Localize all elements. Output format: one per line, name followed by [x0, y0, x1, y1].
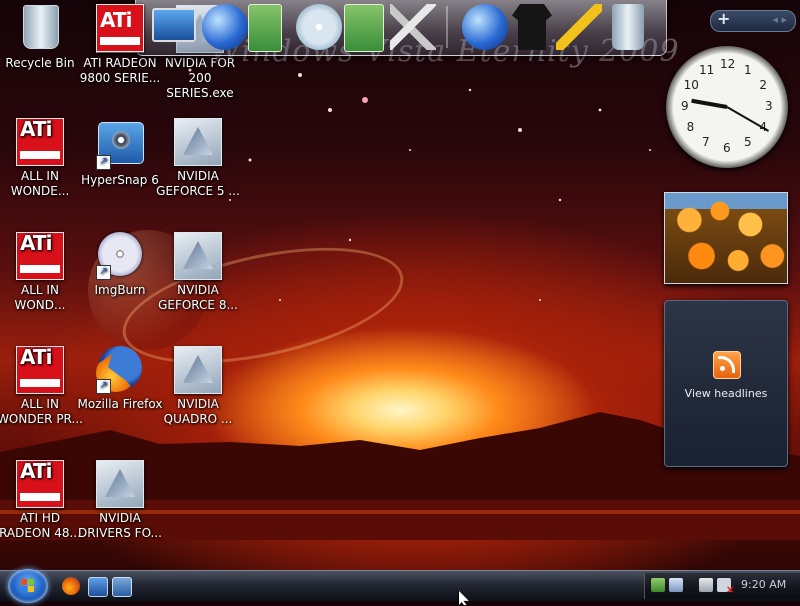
clock-number: 7: [702, 135, 710, 150]
desktop-icon-label: Mozilla Firefox: [77, 397, 163, 411]
shirt-icon[interactable]: [512, 4, 552, 50]
desktop-icon-hypersnap[interactable]: ↗ HyperSnap 6: [76, 118, 164, 188]
clock-minute-hand: [726, 106, 770, 132]
firefox-quicklaunch-icon[interactable]: [62, 577, 80, 595]
dock-separator: [446, 6, 448, 48]
desktop-icon-label: NVIDIA QUADRO ...: [163, 397, 233, 426]
tray-network-icon[interactable]: [669, 578, 683, 592]
recycle-bin-icon: [16, 5, 64, 53]
system-tray: 9:20 AM: [644, 573, 800, 599]
ati-icon: [16, 118, 64, 166]
start-button[interactable]: [8, 569, 48, 603]
nvidia-icon: [174, 118, 222, 166]
clock-gadget[interactable]: 121234567891011: [666, 46, 788, 168]
clock-number: 5: [744, 135, 752, 150]
clock-number: 9: [681, 99, 689, 113]
desktop-icon-label: ALL IN WONDE...: [10, 169, 70, 198]
view-headlines-link[interactable]: View headlines: [665, 387, 787, 400]
desktop-icon-label: ATI RADEON 9800 SERIE...: [79, 56, 161, 85]
slideshow-gadget[interactable]: [664, 192, 788, 284]
clock-number: 1: [744, 62, 752, 77]
clock-hour-hand: [691, 98, 728, 109]
desktop-icon-label: NVIDIA GEFORCE 8...: [158, 283, 238, 312]
tray-monitor-icon[interactable]: [699, 578, 713, 592]
clock-number: 3: [765, 99, 773, 113]
sidebar-nav-arrows[interactable]: ◂ ▸: [772, 13, 787, 26]
ati-icon: [16, 460, 64, 508]
clock-number: 12: [720, 57, 736, 71]
clock-number: 10: [683, 78, 699, 92]
taskbar-clock[interactable]: 9:20 AM: [741, 578, 786, 591]
desktop-icon-recycle-bin[interactable]: Recycle Bin: [0, 5, 84, 71]
clock-number: 8: [686, 120, 695, 134]
folder-icon[interactable]: [248, 4, 282, 52]
wrench-icon[interactable]: [556, 4, 602, 50]
desktop-icon-label: ATI HD RADEON 48...: [0, 511, 81, 540]
camera-icon: ↗: [96, 122, 144, 170]
folder-green-icon[interactable]: [344, 4, 384, 52]
tools-icon[interactable]: [390, 4, 436, 50]
shortcut-arrow-icon: ↗: [96, 265, 111, 280]
desktop-icon-nvidia-geforce-5[interactable]: NVIDIA GEFORCE 5 ...: [154, 118, 242, 199]
ati-icon[interactable]: [96, 4, 144, 52]
desktop-icon-label: ALL IN WOND...: [14, 283, 66, 312]
nvidia-icon: [174, 232, 222, 280]
desktop-icon-label: NVIDIA FOR 200 SERIES.exe: [164, 56, 236, 100]
desktop-icon-firefox[interactable]: ↗ Mozilla Firefox: [76, 346, 164, 412]
sidebar-controls: + ◂ ▸: [710, 9, 796, 32]
taskbar: 9:20 AM: [0, 569, 800, 603]
top-dock: [96, 0, 667, 56]
desktop-icon-ati-hd-radeon[interactable]: ATI HD RADEON 48...: [0, 460, 84, 541]
add-gadget-button[interactable]: +: [717, 9, 730, 28]
desktop-icon-all-in-wonder-2[interactable]: ALL IN WOND...: [0, 232, 84, 313]
clock-number: 6: [723, 141, 731, 155]
globe-icon[interactable]: [462, 4, 508, 50]
desktop-icon-label: ImgBurn: [94, 283, 146, 297]
clock-number: 11: [699, 62, 715, 77]
desktop-icon-label: HyperSnap 6: [81, 173, 159, 187]
desktop-icon-nvidia-drivers[interactable]: NVIDIA DRIVERS FO...: [76, 460, 164, 541]
switch-windows-icon[interactable]: [112, 577, 132, 597]
network-globe-icon[interactable]: [202, 4, 248, 50]
recycle-bin-icon[interactable]: [612, 4, 644, 50]
desktop-icon-label: ALL IN WONDER PR...: [0, 397, 83, 426]
show-desktop-icon[interactable]: [88, 577, 108, 597]
nvidia-icon: [96, 460, 144, 508]
desktop-icon-label: NVIDIA DRIVERS FO...: [78, 511, 162, 540]
monitor-icon[interactable]: [152, 8, 196, 42]
desktop-icon-label: NVIDIA GEFORCE 5 ...: [156, 169, 240, 198]
volume-muted-icon[interactable]: [717, 578, 735, 596]
cd-drive-icon[interactable]: [296, 4, 342, 50]
clock-number: 2: [759, 78, 767, 92]
nvidia-icon: [174, 346, 222, 394]
shortcut-arrow-icon: ↗: [96, 379, 111, 394]
shortcut-arrow-icon: ↗: [96, 155, 111, 170]
ati-icon: [16, 346, 64, 394]
rss-icon: [713, 351, 741, 379]
desktop-icon-all-in-wonder-1[interactable]: ALL IN WONDE...: [0, 118, 84, 199]
firefox-icon: ↗: [96, 346, 144, 394]
desktop-icon-imgburn[interactable]: ↗ ImgBurn: [76, 232, 164, 298]
feed-headlines-gadget[interactable]: View headlines: [664, 300, 788, 467]
disc-icon: ↗: [96, 232, 144, 280]
desktop-icon-nvidia-quadro[interactable]: NVIDIA QUADRO ...: [154, 346, 242, 427]
tray-app-icon[interactable]: [651, 578, 665, 592]
ati-icon: [16, 232, 64, 280]
desktop-icon-nvidia-geforce-8[interactable]: NVIDIA GEFORCE 8...: [154, 232, 242, 313]
desktop-icon-label: Recycle Bin: [5, 56, 75, 70]
desktop-icon-all-in-wonder-pro[interactable]: ALL IN WONDER PR...: [0, 346, 84, 427]
